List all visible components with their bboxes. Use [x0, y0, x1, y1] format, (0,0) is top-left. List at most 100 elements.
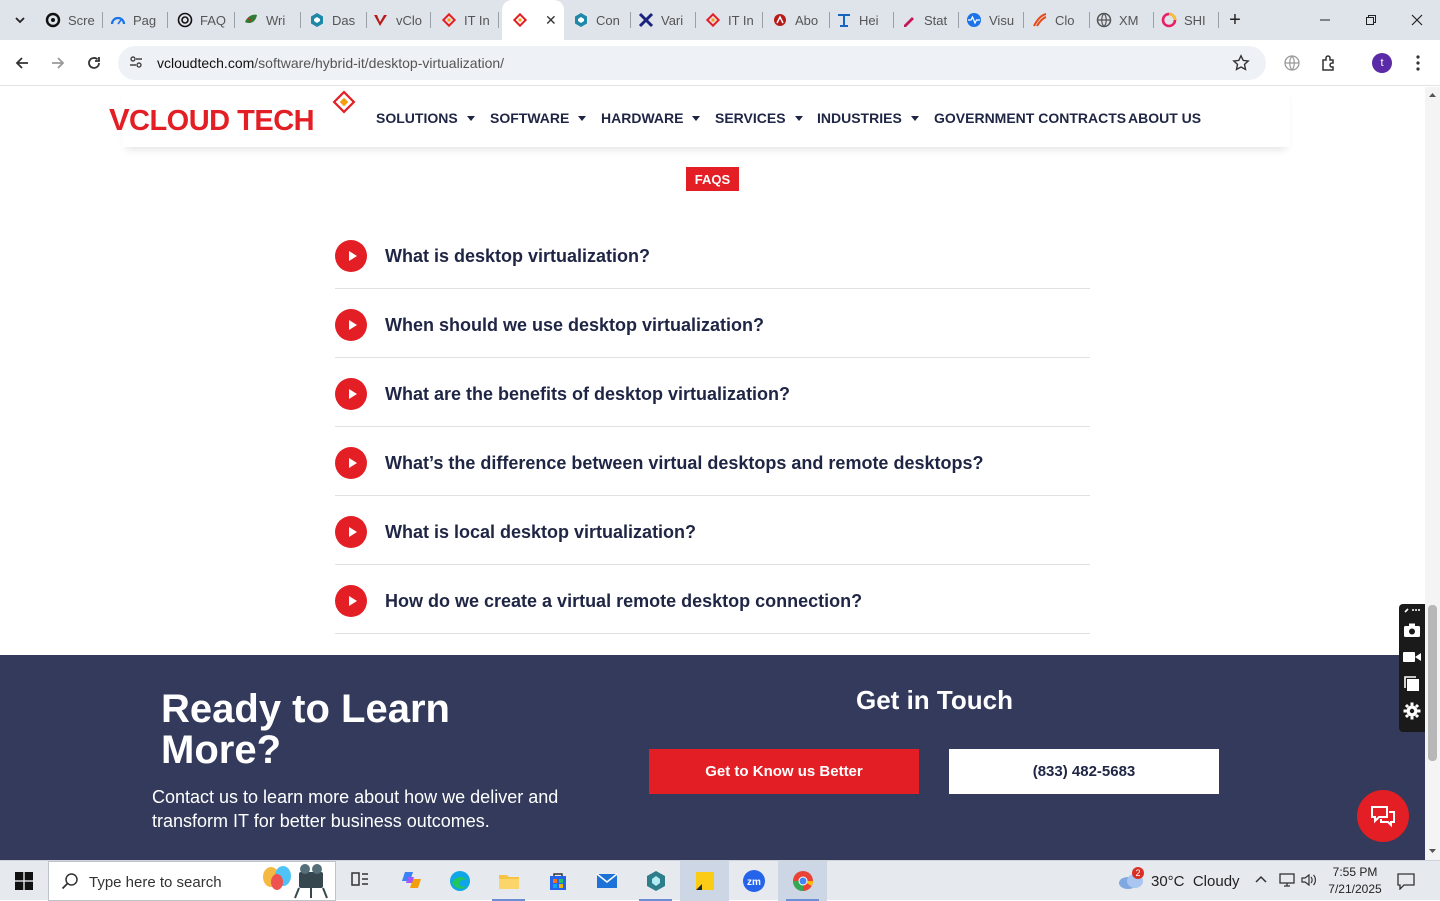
browser-menu-button[interactable] [1405, 50, 1431, 76]
faq-item[interactable]: What is desktop virtualization? [335, 220, 1090, 289]
weather-widget[interactable]: 2 30°C Cloudy [1118, 867, 1240, 891]
faq-question[interactable]: What is local desktop virtualization? [385, 522, 696, 543]
scrollbar-thumb[interactable] [1428, 605, 1437, 761]
play-arrow-icon[interactable] [335, 309, 367, 341]
faq-question[interactable]: What are the benefits of desktop virtual… [385, 384, 790, 405]
taskbar-app-button[interactable] [680, 861, 729, 901]
faq-question[interactable]: How do we create a virtual remote deskto… [385, 591, 862, 612]
scroll-down-arrow-icon[interactable] [1425, 845, 1440, 857]
faq-question[interactable]: When should we use desktop virtualizatio… [385, 315, 764, 336]
get-to-know-us-button[interactable]: Get to Know us Better [649, 749, 919, 794]
taskbar-app-button[interactable] [631, 861, 680, 901]
nav-item-solutions[interactable]: SOLUTIONS [376, 110, 475, 126]
system-clock[interactable]: 7:55 PM 7/21/2025 [1326, 864, 1384, 898]
address-bar[interactable]: vcloudtech.com/software/hybrid-it/deskto… [118, 46, 1266, 80]
volume-icon[interactable] [1300, 872, 1318, 888]
taskbar-app-button[interactable] [778, 861, 827, 901]
start-button[interactable] [0, 861, 48, 901]
url-text[interactable]: vcloudtech.com/software/hybrid-it/deskto… [157, 55, 504, 71]
browser-tab[interactable]: Pag [110, 8, 168, 32]
bookmark-star-icon[interactable] [1232, 54, 1250, 72]
browser-tab[interactable]: Wri [243, 8, 301, 32]
browser-tab[interactable]: IT In [705, 8, 763, 32]
taskbar-app-button[interactable] [386, 861, 435, 901]
vcloud-tech-logo[interactable]: V CLOUD TECH [109, 90, 359, 140]
browser-tab[interactable]: vClo [373, 8, 431, 32]
tab-search-chevron-icon[interactable] [7, 7, 33, 33]
faq-question[interactable]: What is desktop virtualization? [385, 246, 650, 267]
faq-item[interactable]: What are the benefits of desktop virtual… [335, 358, 1090, 427]
faq-item[interactable]: How do we create a virtual remote deskto… [335, 565, 1090, 634]
browser-tab[interactable]: Hei [836, 8, 894, 32]
play-arrow-icon[interactable] [335, 516, 367, 548]
ready-heading: Ready to Learn More? [161, 687, 450, 772]
browser-tab[interactable]: Abo [772, 8, 830, 32]
play-arrow-icon[interactable] [335, 447, 367, 479]
tab-separator [430, 12, 431, 28]
browser-tab[interactable]: Scre [45, 8, 103, 32]
restore-window-button[interactable] [1348, 0, 1394, 40]
browser-tab[interactable]: SHI [1161, 8, 1219, 32]
faq-question[interactable]: What’s the difference between virtual de… [385, 453, 983, 474]
browser-toolbar: vcloudtech.com/software/hybrid-it/deskto… [0, 40, 1440, 86]
faq-item[interactable]: What’s the difference between virtual de… [335, 427, 1090, 496]
profile-avatar[interactable]: t [1369, 50, 1395, 76]
close-tab-button[interactable]: ✕ [545, 12, 557, 29]
tab-title: Pag [133, 12, 157, 28]
tab-separator [762, 12, 763, 28]
logo-diamond-icon [332, 90, 356, 114]
browser-tab[interactable]: Vari [638, 8, 696, 32]
screenshot-camera-icon[interactable] [1402, 620, 1422, 640]
forward-button[interactable] [45, 50, 71, 76]
video-record-icon[interactable] [1402, 647, 1422, 667]
browser-tab[interactable]: Clo [1032, 8, 1090, 32]
taskbar-app-button[interactable] [582, 861, 631, 901]
chat-widget-button[interactable] [1357, 790, 1409, 842]
translate-globe-icon[interactable] [1279, 50, 1305, 76]
back-button[interactable] [9, 50, 35, 76]
play-arrow-icon[interactable] [335, 240, 367, 272]
browser-tab[interactable]: Con [573, 8, 631, 32]
taskbar-app-button[interactable] [435, 861, 484, 901]
play-arrow-icon[interactable] [335, 378, 367, 410]
taskbar-app-button[interactable] [336, 861, 385, 901]
close-window-button[interactable] [1394, 0, 1440, 40]
taskbar-app-button[interactable]: zm [729, 861, 778, 901]
browser-tab[interactable]: Stat [901, 8, 959, 32]
faq-item[interactable]: When should we use desktop virtualizatio… [335, 289, 1090, 358]
nav-item-software[interactable]: SOFTWARE [490, 110, 587, 126]
page-scrollbar[interactable] [1425, 87, 1440, 860]
tab-active[interactable]: ✕ [502, 0, 564, 40]
extensions-puzzle-icon[interactable] [1316, 50, 1342, 76]
nav-item-industries[interactable]: INDUSTRIES [817, 110, 919, 126]
notifications-icon[interactable] [1396, 872, 1416, 890]
hidden-icons-chevron-icon[interactable] [1254, 873, 1268, 887]
phone-button[interactable]: (833) 482-5683 [949, 749, 1219, 794]
taskbar-app-button[interactable] [533, 861, 582, 901]
search-placeholder: Type here to search [89, 874, 222, 891]
network-icon[interactable] [1278, 872, 1296, 888]
browser-tab[interactable]: Das [309, 8, 367, 32]
copy-window-icon[interactable] [1402, 674, 1422, 694]
browser-tab[interactable]: FAQ [177, 8, 235, 32]
taskbar-search-box[interactable]: Type here to search [48, 861, 336, 901]
nav-item-hardware[interactable]: HARDWARE [601, 110, 701, 126]
nav-item-government-contracts[interactable]: GOVERNMENT CONTRACTS [934, 110, 1126, 126]
faq-item[interactable]: What is local desktop virtualization? [335, 496, 1090, 565]
scroll-up-arrow-icon[interactable] [1425, 89, 1440, 101]
minimize-window-button[interactable] [1302, 0, 1348, 40]
new-tab-button[interactable]: + [1222, 7, 1248, 33]
tab-title: FAQ [200, 12, 227, 28]
reload-button[interactable] [81, 50, 107, 76]
nav-item-services[interactable]: SERVICES [715, 110, 803, 126]
nav-item-about-us[interactable]: ABOUT US [1128, 110, 1201, 126]
play-arrow-icon[interactable] [335, 585, 367, 617]
browser-tab[interactable]: IT In [441, 8, 499, 32]
browser-tab[interactable]: Visu [966, 8, 1024, 32]
taskbar-app-button[interactable] [484, 861, 533, 901]
tab-separator [893, 12, 894, 28]
settings-gear-icon[interactable] [1402, 701, 1422, 721]
site-settings-icon[interactable] [128, 54, 144, 70]
browser-tab[interactable]: XM [1096, 8, 1154, 32]
pin-dots-icon[interactable] [1402, 604, 1422, 616]
